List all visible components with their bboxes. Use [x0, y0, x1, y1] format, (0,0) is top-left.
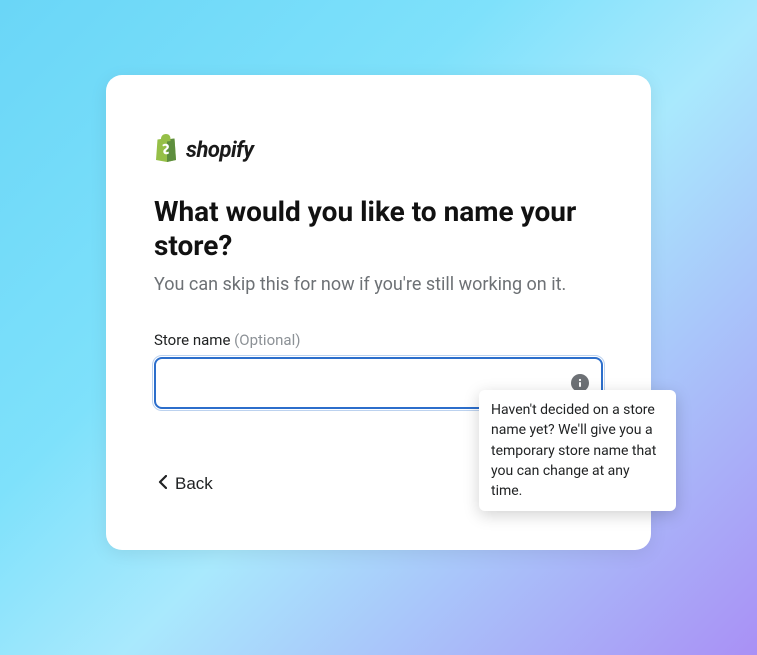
store-name-label-text: Store name: [154, 331, 230, 349]
page-subtitle: You can skip this for now if you're stil…: [154, 274, 603, 295]
shopify-bag-icon: [154, 133, 180, 167]
chevron-left-icon: [158, 474, 167, 494]
brand-logo: shopify: [154, 133, 603, 167]
info-icon: [575, 378, 585, 388]
page-title: What would you like to name your store?: [154, 195, 603, 262]
store-name-tooltip: Haven't decided on a store name yet? We'…: [479, 390, 676, 511]
store-name-label: Store name (Optional): [154, 331, 603, 349]
brand-wordmark: shopify: [186, 138, 253, 163]
back-button-label: Back: [175, 474, 213, 494]
back-button[interactable]: Back: [154, 468, 217, 500]
store-name-optional-suffix: (Optional): [234, 331, 300, 349]
onboarding-card: shopify What would you like to name your…: [106, 75, 651, 550]
